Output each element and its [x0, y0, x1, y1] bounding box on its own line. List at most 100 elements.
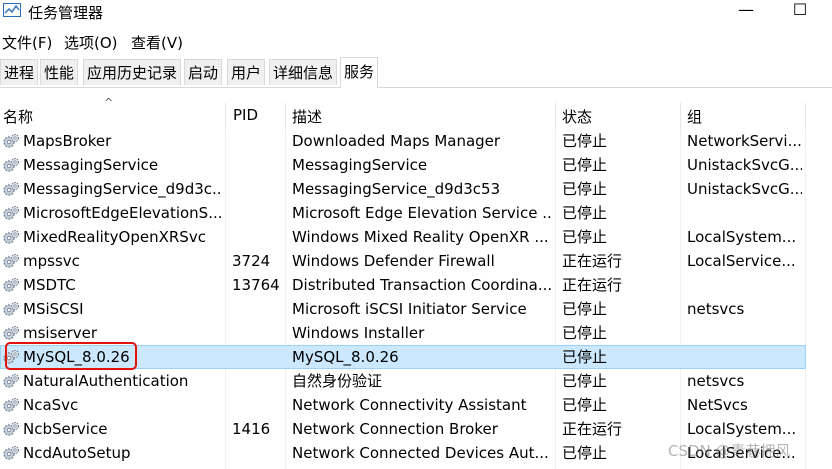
service-group: LocalService... — [687, 252, 796, 270]
window-title: 任务管理器 — [28, 4, 104, 22]
tab-processes[interactable]: 进程 — [0, 59, 39, 85]
gears-icon — [3, 158, 19, 172]
service-group: NetworkServi... — [687, 132, 802, 150]
service-row[interactable]: MessagingService_d9d3c... MessagingServi… — [0, 177, 832, 201]
service-row[interactable]: MSiSCSI Microsoft iSCSI Initiator Servic… — [0, 297, 832, 321]
gears-icon — [3, 446, 19, 460]
service-description: Microsoft iSCSI Initiator Service — [292, 300, 527, 318]
service-status: 正在运行 — [562, 420, 623, 438]
service-description: Downloaded Maps Manager — [292, 132, 501, 150]
column-header: 名称 PID 描述 状态 组 — [0, 103, 832, 129]
service-description: Windows Installer — [292, 324, 425, 342]
tab-bar: 进程 性能 应用历史记录 启动 用户 详细信息 服务 — [0, 57, 832, 88]
service-status: 已停止 — [562, 300, 608, 318]
service-description: MessagingService_d9d3c53 — [292, 180, 501, 198]
gears-icon — [3, 134, 19, 148]
service-name: MessagingService_d9d3c... — [23, 180, 223, 198]
service-status: 已停止 — [562, 180, 608, 198]
tab-details[interactable]: 详细信息 — [269, 59, 338, 85]
service-pid: 13764 — [232, 276, 280, 294]
service-description: Network Connection Broker — [292, 420, 498, 438]
service-status: 已停止 — [562, 396, 608, 414]
service-name: NaturalAuthentication — [23, 372, 189, 390]
menu-file[interactable]: 文件(F) — [2, 32, 52, 53]
service-status: 正在运行 — [562, 252, 623, 270]
service-name: NcaSvc — [23, 396, 79, 414]
service-name: MicrosoftEdgeElevationS... — [23, 204, 223, 222]
service-description: Windows Defender Firewall — [292, 252, 495, 270]
gears-icon — [3, 422, 19, 436]
column-divider[interactable] — [555, 103, 556, 129]
maximize-button[interactable]: ☐ — [780, 0, 820, 22]
service-name: MSiSCSI — [23, 300, 84, 318]
menu-bar: 文件(F) 选项(O) 查看(V) — [0, 30, 832, 54]
service-pid: 1416 — [232, 420, 271, 438]
service-row[interactable]: MapsBroker Downloaded Maps Manager 已停止 N… — [0, 129, 832, 153]
service-status: 已停止 — [562, 228, 608, 246]
service-group: LocalSystem... — [687, 420, 797, 438]
tab-services[interactable]: 服务 — [340, 57, 379, 88]
service-name: NcdAutoSetup — [23, 444, 131, 462]
service-description: Network Connected Devices Aut... — [292, 444, 549, 462]
tab-users[interactable]: 用户 — [227, 59, 266, 85]
service-row[interactable]: MessagingService MessagingService 已停止 Un… — [0, 153, 832, 177]
watermark: CSDN @青巷拥风 — [668, 442, 791, 460]
column-divider[interactable] — [225, 103, 226, 129]
gears-icon — [3, 302, 19, 316]
service-description: Windows Mixed Reality OpenXR ... — [292, 228, 549, 246]
service-group: UnistackSvcG... — [687, 180, 802, 198]
title-bar: 任务管理器 — ☐ — [0, 0, 832, 24]
service-row[interactable]: mpssvc 3724 Windows Defender Firewall 正在… — [0, 249, 832, 273]
col-group-header[interactable]: 组 — [687, 106, 702, 127]
service-row[interactable]: MicrosoftEdgeElevationS... Microsoft Edg… — [0, 201, 832, 225]
minimize-button[interactable]: — — [726, 0, 766, 22]
gears-icon — [3, 326, 19, 340]
task-manager-icon — [3, 3, 21, 17]
services-list: MapsBroker Downloaded Maps Manager 已停止 N… — [0, 129, 832, 465]
column-divider[interactable] — [285, 103, 286, 129]
service-row[interactable]: MixedRealityOpenXRSvc Windows Mixed Real… — [0, 225, 832, 249]
service-name: MSDTC — [23, 276, 76, 294]
service-status: 已停止 — [562, 156, 608, 174]
service-description: MySQL_8.0.26 — [292, 348, 399, 366]
gears-icon — [3, 206, 19, 220]
menu-view[interactable]: 查看(V) — [131, 32, 183, 53]
tab-app-history[interactable]: 应用历史记录 — [83, 59, 182, 85]
gears-icon — [3, 182, 19, 196]
column-divider[interactable] — [680, 103, 681, 129]
tab-performance[interactable]: 性能 — [40, 59, 79, 85]
service-group: NetSvcs — [687, 396, 748, 414]
service-name: mpssvc — [23, 252, 80, 270]
service-status: 已停止 — [562, 348, 608, 366]
service-row[interactable]: MSDTC 13764 Distributed Transaction Coor… — [0, 273, 832, 297]
gears-icon — [3, 278, 19, 292]
service-description: Distributed Transaction Coordina... — [292, 276, 552, 294]
col-desc-header[interactable]: 描述 — [292, 106, 322, 127]
service-name: MessagingService — [23, 156, 159, 174]
service-group: netsvcs — [687, 372, 745, 390]
red-highlight-annotation — [5, 342, 137, 370]
service-description: 自然身份验证 — [292, 372, 383, 390]
service-pid: 3724 — [232, 252, 271, 270]
menu-options[interactable]: 选项(O) — [64, 32, 118, 53]
service-status: 正在运行 — [562, 276, 623, 294]
gears-icon — [3, 230, 19, 244]
service-group: UnistackSvcG... — [687, 156, 802, 174]
service-status: 已停止 — [562, 204, 608, 222]
col-status-header[interactable]: 状态 — [562, 106, 592, 127]
service-name: MixedRealityOpenXRSvc — [23, 228, 206, 246]
service-description: Network Connectivity Assistant — [292, 396, 527, 414]
gears-icon — [3, 254, 19, 268]
service-status: 已停止 — [562, 324, 608, 342]
service-status: 已停止 — [562, 372, 608, 390]
service-row[interactable]: NcaSvc Network Connectivity Assistant 已停… — [0, 393, 832, 417]
service-row[interactable]: NcbService 1416 Network Connection Broke… — [0, 417, 832, 441]
tab-startup[interactable]: 启动 — [184, 59, 223, 85]
col-pid-header[interactable]: PID — [233, 106, 258, 124]
column-divider[interactable] — [805, 103, 806, 129]
gears-icon — [3, 398, 19, 412]
gears-icon — [3, 374, 19, 388]
service-description: MessagingService — [292, 156, 428, 174]
col-name-header[interactable]: 名称 — [3, 106, 33, 127]
service-row[interactable]: NaturalAuthentication 自然身份验证 已停止 netsvcs — [0, 369, 832, 393]
